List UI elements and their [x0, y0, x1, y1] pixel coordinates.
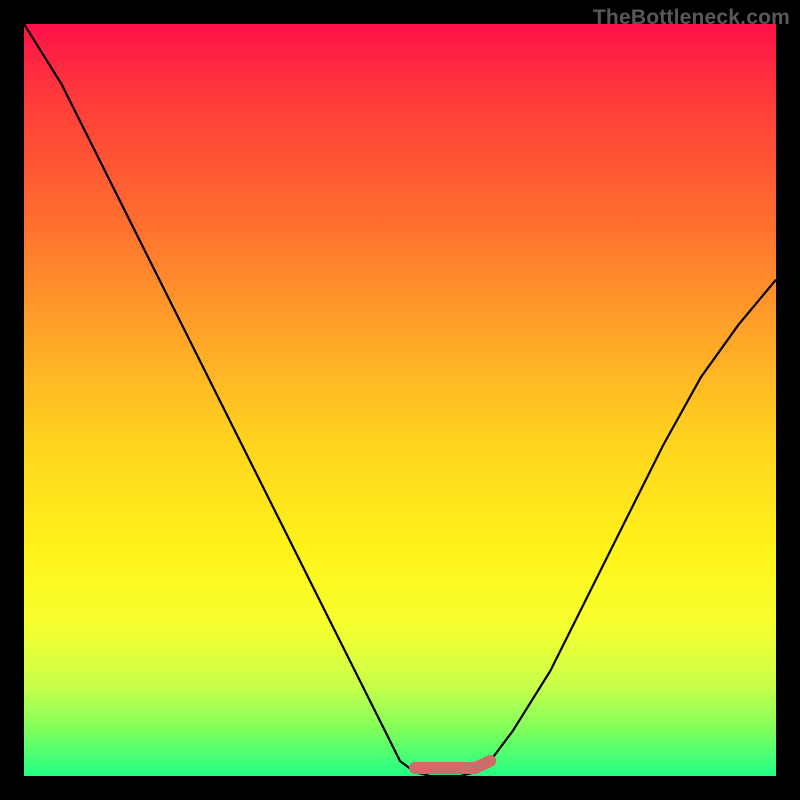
plot-area	[24, 24, 776, 776]
chart-frame: TheBottleneck.com	[0, 0, 800, 800]
watermark-text: TheBottleneck.com	[593, 6, 790, 30]
bottleneck-curve	[24, 24, 776, 776]
highlight-segment	[415, 761, 490, 768]
curve-svg	[24, 24, 776, 776]
